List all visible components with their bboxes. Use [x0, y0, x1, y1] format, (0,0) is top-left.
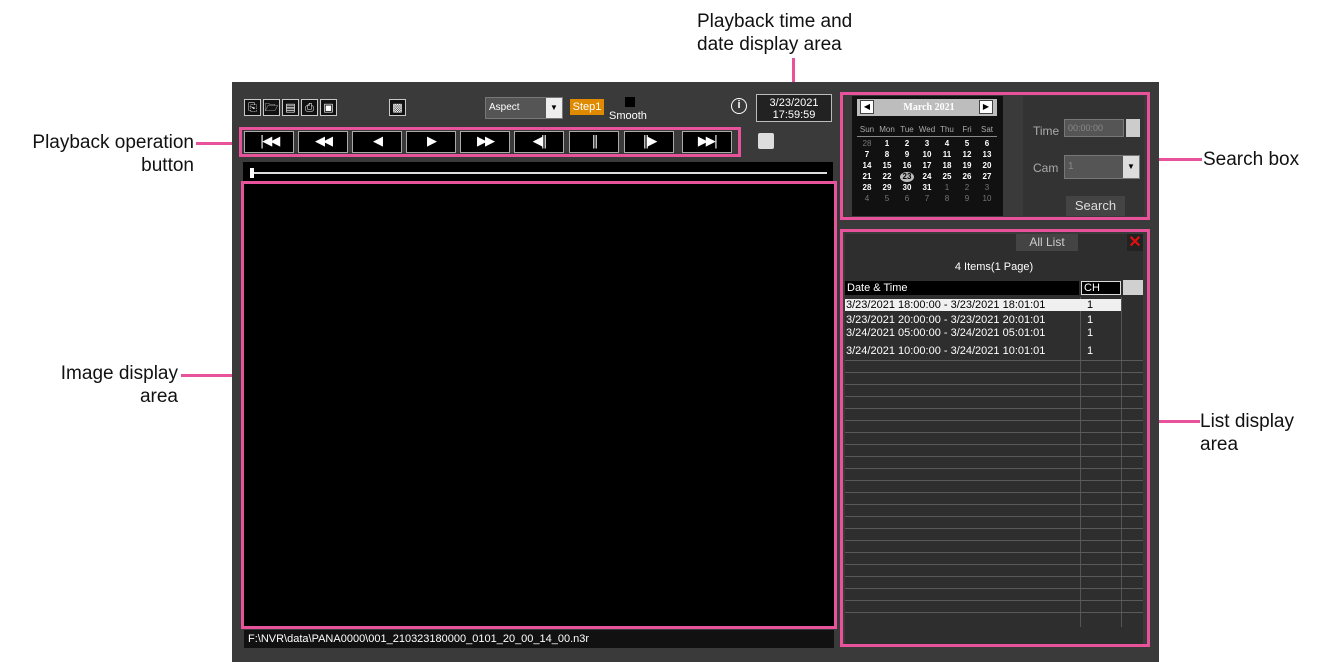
callout-search-box: Search box [1203, 149, 1300, 170]
smooth-label: Smooth [609, 110, 647, 122]
info-icon[interactable]: i [731, 98, 747, 114]
playback-datetime-display: 3/23/2021 17:59:59 [756, 94, 832, 122]
smooth-checkbox[interactable] [625, 97, 635, 107]
playback-operation-highlight [239, 127, 741, 157]
print-icon[interactable]: ⎙ [301, 99, 318, 116]
open-folder-icon[interactable]: 🗁 [263, 99, 280, 116]
image-display-highlight [241, 181, 837, 629]
seek-bar-handle[interactable] [250, 168, 254, 178]
list-display-highlight [840, 229, 1150, 647]
seek-bar-track[interactable] [243, 162, 833, 182]
puzzle-icon[interactable] [758, 133, 774, 149]
aspect-label: Aspect [489, 102, 520, 113]
seek-bar-line [251, 172, 827, 174]
fullscreen-icon[interactable]: ▣ [320, 99, 337, 116]
callout-list-display: List display area [1200, 411, 1294, 455]
callout-image-display: Image display area [60, 363, 178, 407]
search-box-highlight [840, 92, 1150, 220]
chevron-down-icon: ▼ [546, 98, 562, 118]
aspect-select[interactable]: Aspect ▼ [485, 97, 563, 119]
playback-date: 3/23/2021 [769, 97, 819, 109]
open-recording-icon[interactable]: ⎘ [244, 99, 261, 116]
step-button[interactable]: Step1 [570, 99, 604, 115]
snapshot-icon[interactable]: ▩ [389, 99, 406, 116]
callout-playback-time: Playback time and date display area [697, 11, 853, 55]
file-path: F:\NVR\data\PANA0000\001_210323180000_01… [244, 630, 834, 648]
playback-time: 17:59:59 [772, 109, 816, 121]
save-icon[interactable]: ▤ [282, 99, 299, 116]
callout-playback-operation: Playback operation button [32, 132, 194, 176]
